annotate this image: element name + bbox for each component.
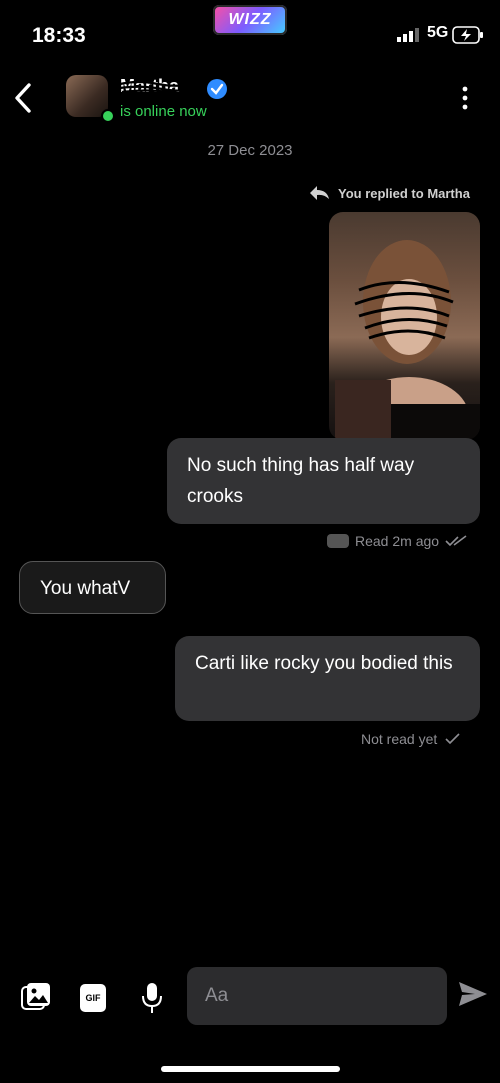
home-indicator <box>161 1066 340 1072</box>
check-icon <box>445 733 460 745</box>
photo-content <box>335 240 480 440</box>
outgoing-message[interactable]: No such thing has half way crooks <box>167 438 480 524</box>
redaction-scribble <box>119 80 201 95</box>
battery-charging-icon <box>452 26 483 44</box>
status-bar: 18:33 WIZZ 5G <box>0 0 500 70</box>
reply-note-text: You replied to Martha <box>338 185 470 201</box>
app-badge: WIZZ <box>213 5 287 35</box>
verified-icon <box>207 79 227 99</box>
gif-button[interactable]: GIF <box>80 984 106 1012</box>
online-indicator <box>101 109 115 123</box>
reply-note: You replied to Martha <box>308 185 470 201</box>
network-type: 5G <box>427 24 449 41</box>
back-arrow-icon[interactable] <box>12 82 34 114</box>
microphone-icon[interactable] <box>141 981 163 1015</box>
delivery-receipt: Not read yet <box>361 731 461 747</box>
delivery-receipt-text: Not read yet <box>361 731 438 747</box>
incoming-message[interactable]: You whatV <box>19 561 166 614</box>
clock: 18:33 <box>32 24 86 47</box>
reader-avatar <box>327 534 349 548</box>
double-check-icon <box>445 535 467 547</box>
conversation-date: 27 Dec 2023 <box>207 142 293 159</box>
message-input[interactable] <box>187 967 447 1025</box>
chat-header: Martha is online now <box>0 70 500 130</box>
read-receipt-text: Read 2m ago <box>355 533 440 549</box>
gallery-icon[interactable] <box>20 981 52 1013</box>
reply-icon <box>310 186 329 200</box>
more-options-icon[interactable] <box>455 85 475 111</box>
replied-photo[interactable] <box>329 212 480 440</box>
outgoing-message[interactable]: Carti like rocky you bodied this <box>175 636 480 721</box>
presence-status: is online now <box>120 103 207 120</box>
signal-icon <box>397 28 419 42</box>
read-receipt: Read 2m ago <box>327 533 467 549</box>
message-composer: GIF <box>0 964 500 1026</box>
send-icon[interactable] <box>458 981 488 1007</box>
